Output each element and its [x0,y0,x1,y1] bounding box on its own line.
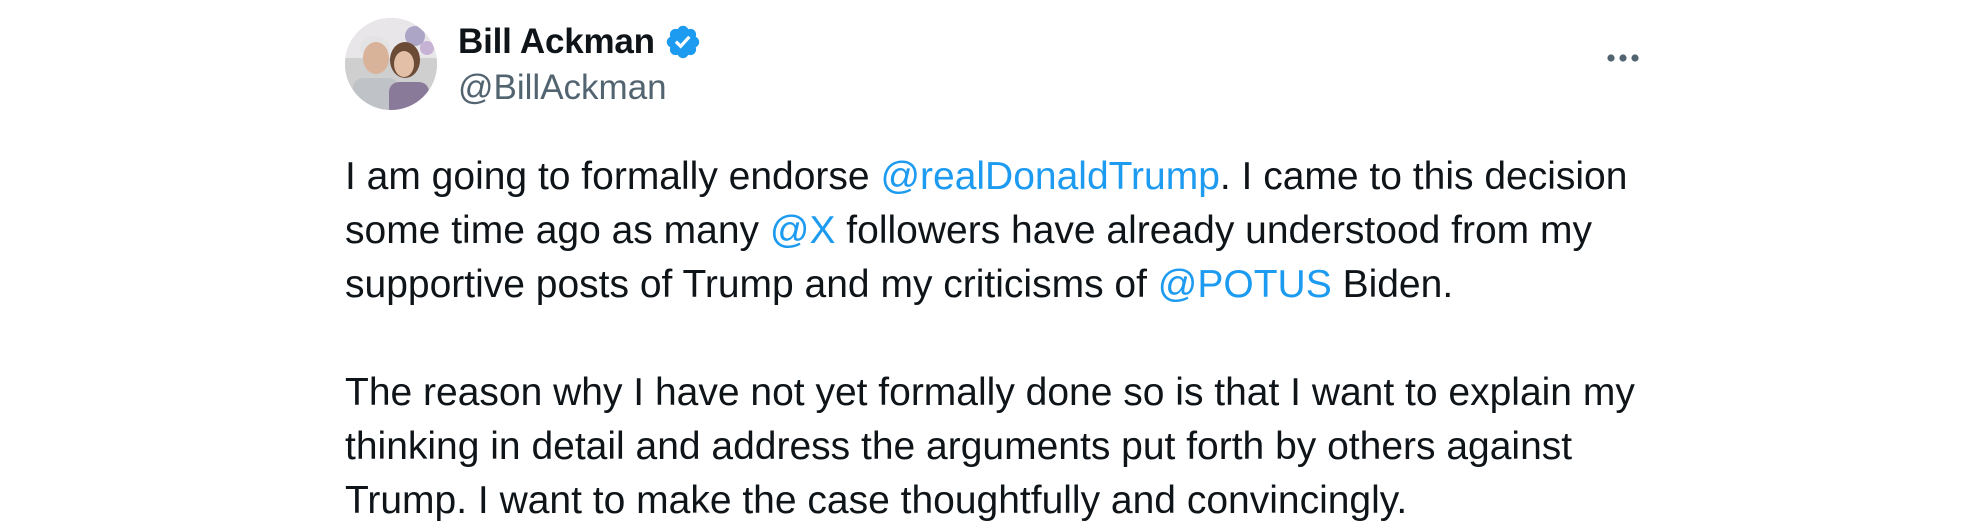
author-names: Bill Ackman @BillAckman [458,22,702,108]
display-name-row: Bill Ackman [458,22,702,62]
tweet-paragraph: The reason why I have not yet formally d… [345,366,1675,528]
tweet-card: Bill Ackman @BillAckman I am going to fo… [345,18,1645,528]
avatar[interactable] [345,18,437,110]
mention-link[interactable]: @X [770,209,836,252]
tweet-text-segment: I am going to formally endorse [345,155,881,198]
profile-photo [345,18,437,110]
mention-link[interactable]: @POTUS [1158,263,1332,306]
tweet-text-segment: Biden. [1331,263,1454,306]
tweet-paragraph: I am going to formally endorse @realDona… [345,150,1675,312]
tweet-header: Bill Ackman @BillAckman [345,18,1645,114]
mention-link[interactable]: @realDonaldTrump [880,155,1219,198]
tweet-text-segment: The reason why I have not yet formally d… [345,371,1635,522]
tweet-text: I am going to formally endorse @realDona… [345,150,1675,528]
handle[interactable]: @BillAckman [458,68,702,108]
more-horizontal-icon [1607,54,1639,62]
display-name[interactable]: Bill Ackman [458,22,655,62]
verified-badge-icon[interactable] [664,23,702,61]
more-options-button[interactable] [1601,36,1645,80]
